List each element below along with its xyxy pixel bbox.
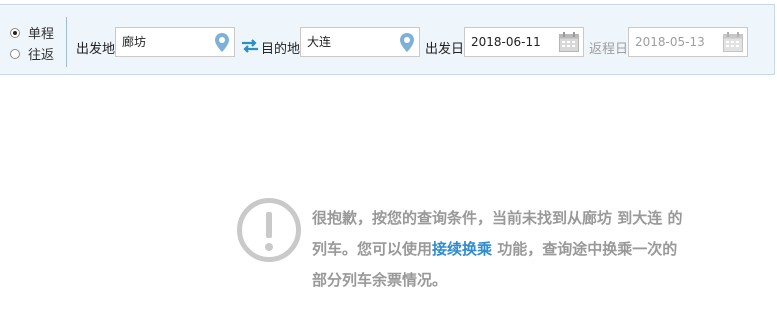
no-results-message: 很抱歉，按您的查询条件，当前未找到从廊坊 到大连 的 列车。您可以使用接续换乘 … <box>312 203 742 296</box>
notice-line-2-prefix: 列车。您可以使用 <box>312 240 433 258</box>
exclamation-circle-icon <box>237 198 301 262</box>
radio-button-checked[interactable] <box>10 27 20 38</box>
trip-type-selector: 单程 往返 <box>10 22 54 64</box>
exclamation-dot <box>265 243 273 251</box>
map-pin-icon[interactable] <box>400 33 414 52</box>
notice-line-2: 列车。您可以使用接续换乘 功能，查询途中换乘一次的 <box>312 234 742 265</box>
radio-label-round-trip: 往返 <box>28 48 55 63</box>
radio-button-unchecked[interactable] <box>10 48 20 59</box>
return-date-input[interactable]: 2018-05-13 <box>628 27 748 57</box>
from-station-value: 廊坊 <box>122 35 147 49</box>
from-label: 出发地 <box>76 42 116 57</box>
radio-round-trip[interactable]: 往返 <box>10 43 54 64</box>
notice-line-3: 部分列车余票情况。 <box>312 271 448 289</box>
search-bar: 单程 往返 出发地 廊坊 目的地 大连 出发日 2018-06-11 返程日 2… <box>0 4 775 75</box>
to-station-input[interactable]: 大连 <box>300 27 420 57</box>
exclamation-bar <box>266 212 272 238</box>
return-date-label: 返程日 <box>589 42 629 57</box>
depart-date-input[interactable]: 2018-06-11 <box>464 27 584 57</box>
to-station-value: 大连 <box>307 35 332 49</box>
depart-date-value: 2018-06-11 <box>471 35 541 49</box>
radio-label-one-way: 单程 <box>28 27 55 42</box>
notice-line-1: 很抱歉，按您的查询条件，当前未找到从廊坊 到大连 的 <box>312 209 683 227</box>
divider <box>66 17 67 67</box>
calendar-icon[interactable] <box>559 32 579 52</box>
from-station-input[interactable]: 廊坊 <box>115 27 235 57</box>
swap-arrows-icon[interactable] <box>241 39 259 53</box>
transfer-link[interactable]: 接续换乘 <box>432 240 492 258</box>
calendar-icon[interactable] <box>723 32 743 52</box>
map-pin-icon[interactable] <box>215 33 229 52</box>
notice-line-2-suffix: 功能，查询途中换乘一次的 <box>492 240 678 258</box>
return-date-value: 2018-05-13 <box>635 35 705 49</box>
radio-one-way[interactable]: 单程 <box>10 22 54 43</box>
depart-date-label: 出发日 <box>425 42 465 57</box>
to-label: 目的地 <box>261 42 301 57</box>
